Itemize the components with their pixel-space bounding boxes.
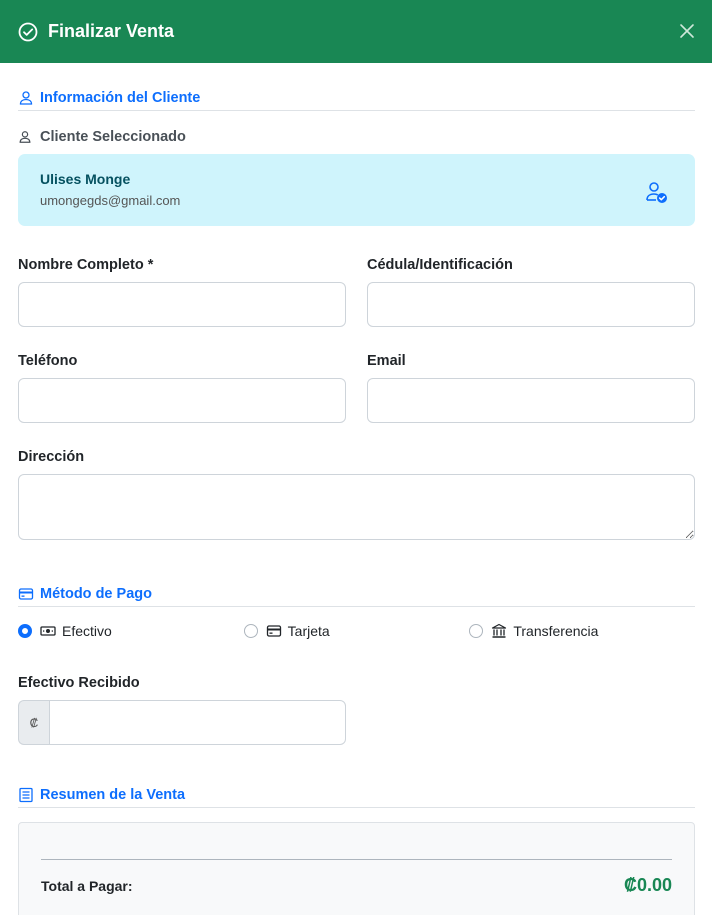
address-group: Dirección [18,449,695,545]
id-number-input[interactable] [367,282,695,327]
total-row: Total a Pagar: ₡0.00 [41,875,672,896]
close-icon[interactable] [678,22,696,40]
address-textarea[interactable] [18,474,695,540]
full-name-input[interactable] [18,282,346,327]
user-icon [18,130,32,144]
phone-email-row: Teléfono Email [18,353,695,423]
cash-received-input[interactable] [49,700,346,745]
summary-section-title: Resumen de la Venta [18,782,695,808]
selected-client-label-row: Cliente Seleccionado [18,129,695,145]
credit-card-icon [266,623,282,639]
finalize-sale-modal: Finalizar Venta Información del Cliente … [0,0,712,915]
payment-option-card[interactable]: Tarjeta [243,623,470,639]
phone-input[interactable] [18,378,346,423]
id-number-label: Cédula/Identificación [367,257,513,273]
email-input[interactable] [367,378,695,423]
payment-option-transfer[interactable]: Transferencia [469,623,695,639]
cash-icon [40,623,56,639]
payment-method-options: Efectivo Tarjeta Transferencia [18,623,695,639]
full-name-label: Nombre Completo * [18,257,154,273]
payment-option-cash[interactable]: Efectivo [18,623,244,639]
client-name: Ulises Monge [40,171,131,187]
radio-transfer[interactable] [469,624,484,638]
user-check-icon[interactable] [644,180,668,204]
currency-addon: ₡ [18,700,49,745]
email-label: Email [367,353,406,369]
selected-client-card: Ulises Monge umongegds@gmail.com [18,154,695,226]
radio-cash[interactable] [18,624,32,638]
check-circle-icon [18,22,38,42]
modal-header: Finalizar Venta [0,0,712,63]
modal-title: Finalizar Venta [48,21,175,41]
radio-card[interactable] [243,624,258,638]
credit-card-icon [18,586,34,602]
email-group: Email [367,353,695,423]
cash-received-group: Efectivo Recibido ₡ [18,675,695,745]
cash-received-label: Efectivo Recibido [18,675,140,691]
receipt-icon [18,787,34,803]
address-label: Dirección [18,449,85,465]
name-id-row: Nombre Completo * Cédula/Identificación [18,257,695,327]
phone-group: Teléfono [18,353,346,423]
payment-section-title: Método de Pago [18,581,695,607]
cash-received-input-group: ₡ [18,700,346,745]
id-number-group: Cédula/Identificación [367,257,695,327]
total-value: ₡0.00 [623,875,672,895]
phone-label: Teléfono [18,353,78,369]
total-label: Total a Pagar: [41,877,133,894]
full-name-group: Nombre Completo * [18,257,346,327]
client-section-title: Información del Cliente [18,86,695,111]
modal-body: Información del Cliente Cliente Seleccio… [0,86,712,915]
user-icon [18,90,34,106]
summary-divider [41,859,672,860]
client-email: umongegds@gmail.com [40,193,181,208]
sale-summary-box: Total a Pagar: ₡0.00 [18,822,695,915]
bank-icon [491,623,507,639]
